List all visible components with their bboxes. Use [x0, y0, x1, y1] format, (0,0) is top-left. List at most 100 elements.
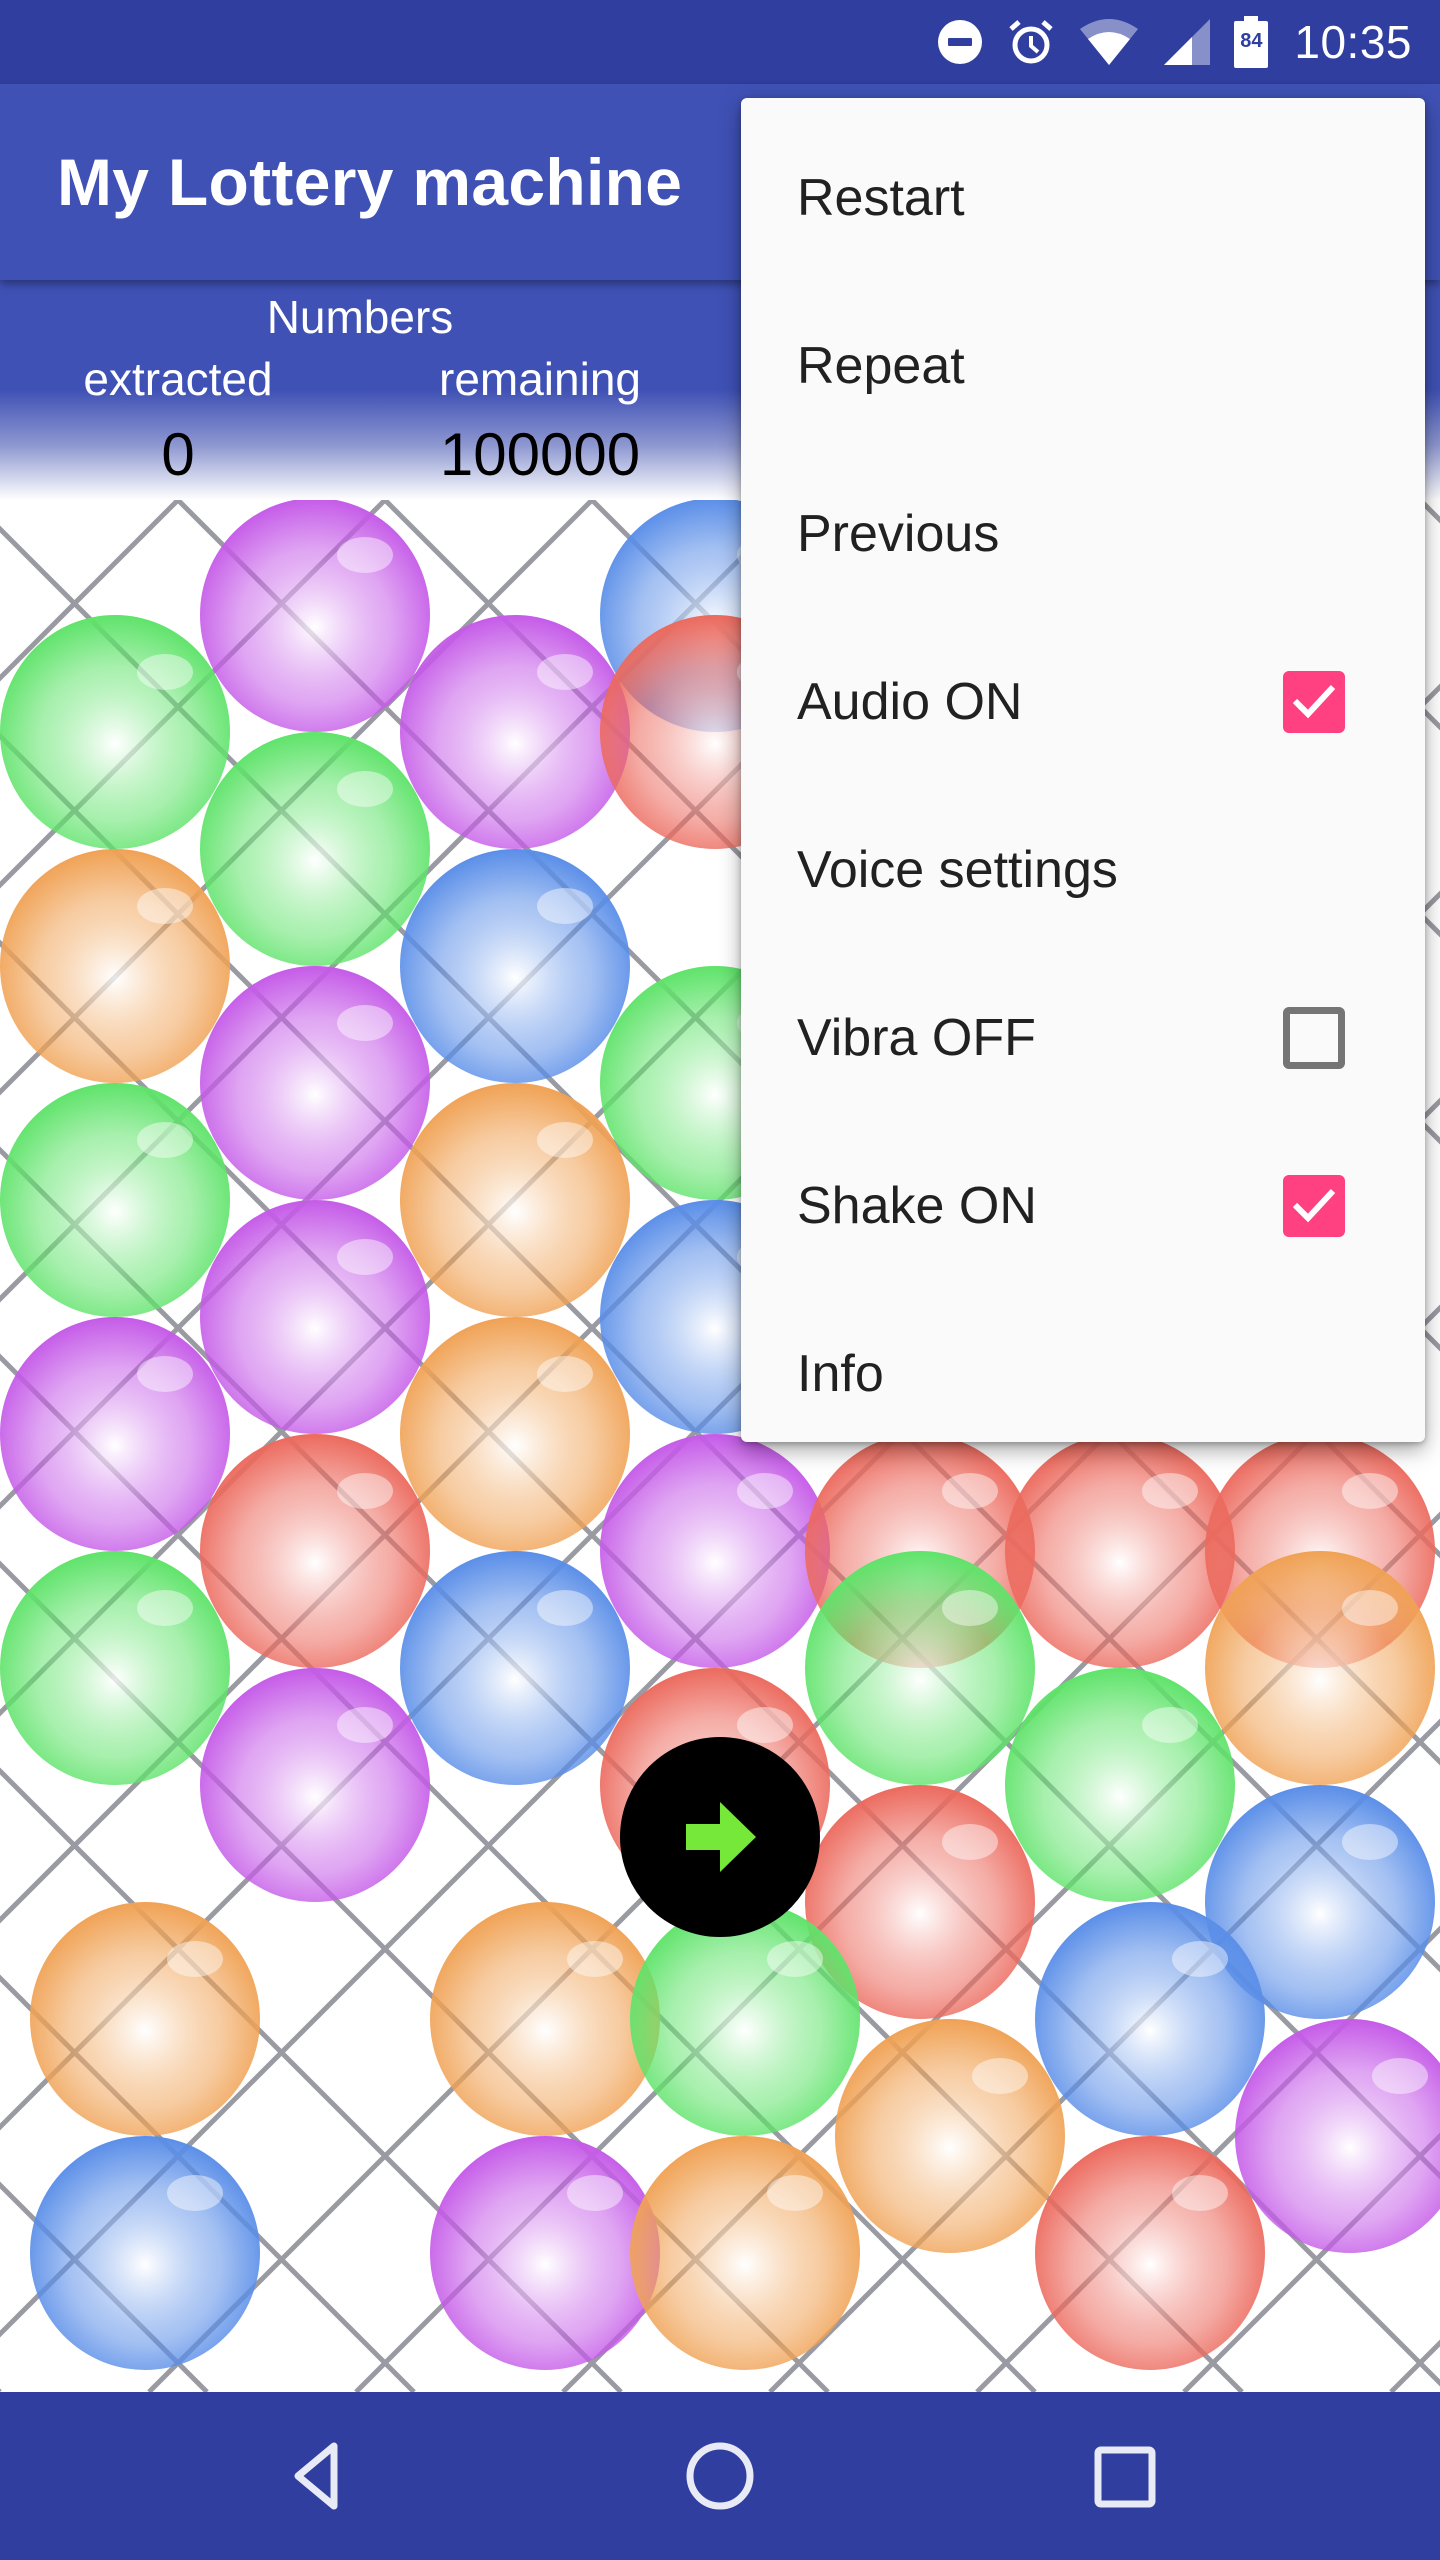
navigation-bar	[0, 2392, 1440, 2560]
lottery-ball-green	[0, 1083, 230, 1317]
menu-item-label: Repeat	[797, 337, 965, 395]
lottery-ball-purple	[200, 500, 430, 732]
ball-highlight	[1172, 1941, 1228, 1977]
ball-highlight	[537, 1122, 593, 1158]
ball-highlight	[137, 1122, 193, 1158]
extracted-value: 0	[161, 421, 195, 488]
ball-highlight	[1342, 1824, 1398, 1860]
ball-highlight	[137, 654, 193, 690]
lottery-ball-green	[0, 1551, 230, 1785]
menu-item-label: Info	[797, 1345, 884, 1403]
lottery-ball-orange	[430, 1902, 660, 2136]
shake-checkbox[interactable]	[1283, 1175, 1345, 1237]
nav-back-button[interactable]	[266, 2426, 366, 2526]
audio-checkbox[interactable]	[1283, 671, 1345, 733]
do-not-disturb-icon	[936, 18, 984, 66]
checkmark-icon	[1292, 1188, 1336, 1223]
ball-highlight	[137, 888, 193, 924]
ball-highlight	[537, 1356, 593, 1392]
menu-item-previous[interactable]: Previous	[741, 450, 1425, 618]
lottery-ball-blue	[400, 849, 630, 1083]
ball-highlight	[137, 1590, 193, 1626]
ball-highlight	[1372, 2058, 1428, 2094]
lottery-ball-purple	[0, 1317, 230, 1551]
lottery-ball-purple	[200, 1200, 430, 1434]
menu-item-info[interactable]: Info	[741, 1290, 1425, 1458]
lottery-ball-purple	[200, 966, 430, 1200]
menu-item-shake[interactable]: Shake ON	[741, 1122, 1425, 1290]
recents-square-icon	[1094, 2446, 1156, 2508]
menu-item-restart[interactable]: Restart	[741, 114, 1425, 282]
menu-item-label: Previous	[797, 505, 1000, 563]
battery-icon: 84	[1234, 16, 1269, 68]
wifi-icon	[1078, 17, 1140, 67]
lottery-ball-blue	[400, 1551, 630, 1785]
lottery-ball-green	[1005, 1668, 1235, 1902]
clock: 10:35	[1294, 16, 1412, 68]
lottery-ball-purple	[200, 1668, 430, 1902]
ball-highlight	[337, 771, 393, 807]
lottery-ball-red	[200, 1434, 430, 1668]
lottery-ball-orange	[30, 1902, 260, 2136]
lottery-ball-blue	[30, 2136, 260, 2370]
lottery-ball-orange	[630, 2136, 860, 2370]
checkmark-icon	[1292, 684, 1336, 719]
ball-highlight	[942, 1824, 998, 1860]
lottery-ball-red	[1005, 1434, 1235, 1668]
menu-item-repeat[interactable]: Repeat	[741, 282, 1425, 450]
ball-highlight	[337, 537, 393, 573]
draw-start-button[interactable]	[620, 1737, 820, 1937]
remaining-value: 100000	[439, 421, 641, 488]
ball-highlight	[972, 2058, 1028, 2094]
lottery-ball-green	[630, 1902, 860, 2136]
lottery-ball-purple	[600, 1434, 830, 1668]
ball-highlight	[1342, 1473, 1398, 1509]
extracted-label: extracted	[83, 353, 273, 405]
ball-highlight	[1172, 2175, 1228, 2211]
ball-highlight	[537, 1590, 593, 1626]
ball-highlight	[942, 1473, 998, 1509]
app-title: My Lottery machine	[57, 145, 683, 219]
overflow-menu: Restart Repeat Previous Audio ON Voice s…	[741, 98, 1425, 1442]
vibra-checkbox[interactable]	[1283, 1007, 1345, 1069]
ball-highlight	[537, 654, 593, 690]
nav-recents-button[interactable]	[1074, 2426, 1174, 2526]
lottery-ball-green	[200, 732, 430, 966]
ball-highlight	[167, 1941, 223, 1977]
back-triangle-icon	[294, 2442, 338, 2510]
lottery-ball-purple	[1235, 2019, 1440, 2253]
battery-level: 84	[1240, 30, 1263, 52]
lottery-ball-orange	[400, 1083, 630, 1317]
nav-home-button[interactable]	[670, 2426, 770, 2526]
lottery-ball-blue	[1035, 1902, 1265, 2136]
lottery-ball-orange	[835, 2019, 1065, 2253]
status-icons: 84 10:35	[936, 0, 1412, 84]
ball-highlight	[167, 2175, 223, 2211]
ball-highlight	[537, 888, 593, 924]
ball-highlight	[1142, 1473, 1198, 1509]
lottery-ball-orange	[0, 849, 230, 1083]
ball-highlight	[767, 2175, 823, 2211]
ball-highlight	[1142, 1707, 1198, 1743]
ball-highlight	[1342, 1590, 1398, 1626]
ball-highlight	[337, 1239, 393, 1275]
menu-item-label: Restart	[797, 169, 965, 227]
ball-highlight	[337, 1005, 393, 1041]
ball-highlight	[942, 1590, 998, 1626]
menu-item-voice-settings[interactable]: Voice settings	[741, 786, 1425, 954]
lottery-ball-purple	[400, 615, 630, 849]
ball-highlight	[567, 1941, 623, 1977]
ball-highlight	[737, 1707, 793, 1743]
ball-highlight	[567, 2175, 623, 2211]
cell-signal-icon	[1162, 17, 1212, 67]
menu-item-vibra[interactable]: Vibra OFF	[741, 954, 1425, 1122]
lottery-ball-orange	[400, 1317, 630, 1551]
menu-item-audio[interactable]: Audio ON	[741, 618, 1425, 786]
home-circle-icon	[686, 2442, 754, 2510]
ball-highlight	[337, 1473, 393, 1509]
lottery-ball-purple	[430, 2136, 660, 2370]
lottery-ball-orange	[1205, 1551, 1435, 1785]
status-bar: 84 10:35	[0, 0, 1440, 84]
menu-item-label: Voice settings	[797, 841, 1118, 899]
lottery-ball-green	[0, 615, 230, 849]
